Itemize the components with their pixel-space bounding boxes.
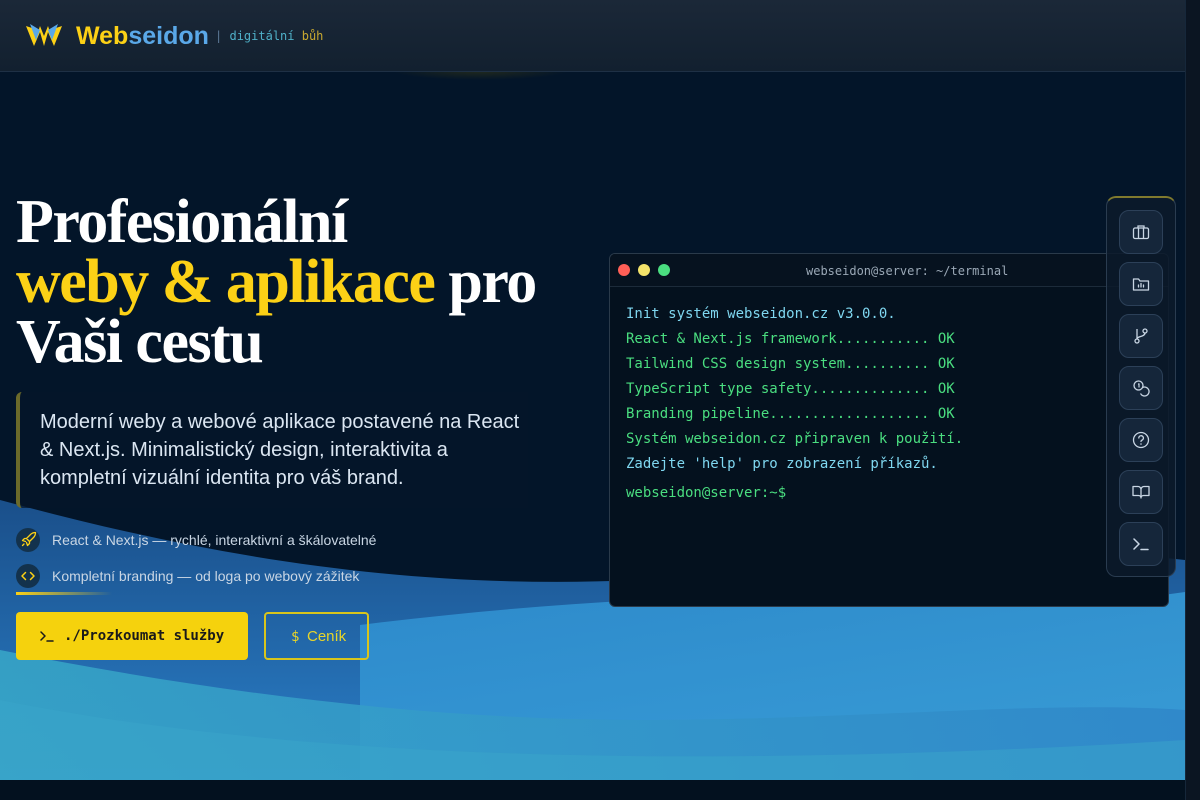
tagline-word-2: bůh [301,29,324,43]
page-scrollbar[interactable] [1185,0,1200,800]
page: Webseidon | digitální bůh Profesionální … [0,0,1200,800]
terminal-title: webseidon@server: ~/terminal [806,264,1009,278]
quick-nav-sidebar [1106,196,1176,577]
tagline: | digitální bůh [215,28,323,44]
book-open-icon [1132,485,1150,499]
terminal-prompt[interactable]: webseidon@server:~$ [626,484,786,502]
terminal-line: Branding pipeline................... OK [626,406,955,422]
brand-name[interactable]: Webseidon [76,20,209,52]
feature-text: Kompletní branding — od loga po webový z… [52,568,360,584]
maximize-dot[interactable] [658,264,670,276]
hero-title-highlight: weby & aplikace [16,248,436,316]
dollar-prefix: $ [291,629,300,645]
code-icon [16,564,40,588]
sidebar-item-faq[interactable] [1119,418,1163,462]
sidebar-item-process[interactable] [1119,314,1163,358]
explore-services-button[interactable]: ./Prozkoumat služby [16,612,248,660]
terminal-line: React & Next.js framework........... OK [626,331,955,347]
hero-description: Moderní weby a webové aplikace postavené… [40,411,520,489]
terminal-line: Zadejte 'help' pro zobrazení příkazů. [626,456,938,472]
hero-description-card: Moderní weby a webové aplikace postavené… [16,392,528,508]
help-circle-icon [1132,431,1150,449]
pricing-label: Ceník [307,628,347,645]
terminal-line: TypeScript type safety.............. OK [626,381,955,397]
minimize-dot[interactable] [638,264,650,276]
close-dot[interactable] [618,264,630,276]
tagline-word-1: digitální [229,29,295,43]
terminal-line: Systém webseidon.cz připraven k použití. [626,431,964,447]
terminal-line: Tailwind CSS design system.......... OK [626,356,955,372]
feature-underline [16,592,112,595]
brand-part-web: Web [76,22,129,50]
sidebar-item-blog[interactable] [1119,470,1163,514]
folder-chart-icon [1132,278,1150,291]
page-bottom-strip [0,780,1185,800]
terminal-title-bar: webseidon@server: ~/terminal [610,254,1168,287]
hero-title-line1: Profesionální [16,188,348,256]
sidebar-item-terminal[interactable] [1119,522,1163,566]
hero-title-line3: Vaši cestu [16,308,264,376]
briefcase-icon [1132,225,1150,240]
tagline-separator: | [215,29,223,43]
hero-title: Profesionální weby & aplikace pro Vaši c… [16,191,537,373]
hero-title-rest: pro [434,248,537,316]
git-branch-icon [1134,328,1148,344]
terminal-icon [1133,538,1149,551]
feature-text: React & Next.js — rychlé, interaktivní a… [52,532,377,548]
terminal-line: Init systém webseidon.cz v3.0.0. [626,306,896,322]
pricing-button[interactable]: $ Ceník [264,612,369,660]
sidebar-item-portfolio[interactable] [1119,210,1163,254]
trident-logo-icon[interactable] [24,20,64,52]
terminal-prompt-icon [40,631,54,642]
terminal-window[interactable]: webseidon@server: ~/terminal Init systém… [609,253,1169,607]
rocket-icon [16,528,40,552]
site-header: Webseidon | digitální bůh [0,0,1185,72]
coins-icon [1133,380,1150,397]
sidebar-item-projects[interactable] [1119,262,1163,306]
explore-services-label: ./Prozkoumat služby [64,628,225,644]
brand-part-seidon: seidon [128,22,209,50]
sidebar-item-pricing[interactable] [1119,366,1163,410]
